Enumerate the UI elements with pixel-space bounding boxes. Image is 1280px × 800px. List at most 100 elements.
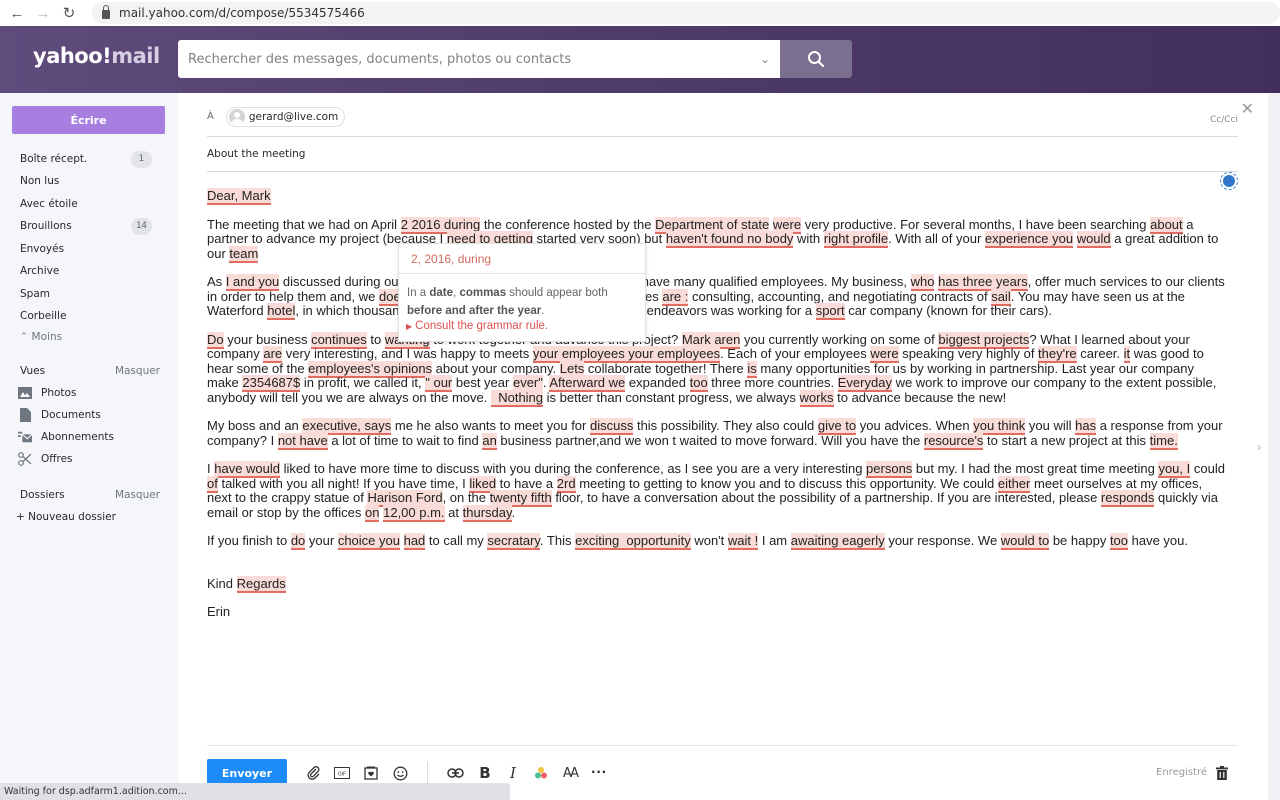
grammar-error[interactable]: is (747, 360, 757, 378)
grammar-error[interactable]: sail (991, 288, 1011, 306)
folder-spam[interactable]: Spam (20, 284, 160, 304)
subject-field[interactable]: About the meeting (207, 137, 1238, 172)
folder-trash[interactable]: Corbeille (20, 306, 160, 326)
grammar-error[interactable]: continues (311, 331, 367, 349)
attachment-icon[interactable] (305, 764, 323, 782)
grammar-error[interactable]: about (1150, 216, 1183, 234)
grammar-error[interactable]: choice you (337, 533, 400, 550)
grammar-error[interactable]: would to (1000, 533, 1050, 550)
grammar-error[interactable]: not have (277, 432, 328, 450)
grammar-error[interactable]: on (365, 504, 380, 522)
compose-button[interactable]: Écrire (12, 106, 165, 134)
grammar-checker-icon[interactable] (1220, 172, 1238, 190)
grammar-error[interactable]: time. (1149, 432, 1178, 450)
grammar-error[interactable]: sport (815, 303, 845, 320)
folders-hide-toggle[interactable]: Masquer (115, 489, 160, 501)
view-subscriptions[interactable]: Abonnements (18, 430, 114, 444)
new-folder-link[interactable]: + Nouveau dossier (16, 511, 116, 523)
chevron-right-icon[interactable]: › (1247, 435, 1271, 459)
grammar-error[interactable]: Regards (236, 575, 286, 593)
folder-drafts[interactable]: Brouillons 14 (20, 216, 160, 236)
grammar-error[interactable]: of (207, 475, 218, 493)
yahoo-mail-logo[interactable]: yahoo!mail (33, 44, 160, 68)
folder-sent[interactable]: Envoyés (20, 239, 160, 259)
to-field[interactable]: À gerard@live.com Cc/Cci (207, 106, 1238, 137)
grammar-error[interactable]: thursday (462, 504, 512, 522)
grammar-error[interactable]: 2354687$ (242, 375, 301, 392)
folder-unread[interactable]: Non lus (20, 171, 160, 191)
grammar-error[interactable]: secratary (487, 533, 540, 550)
grammar-error[interactable]: Dear, Mark (207, 188, 271, 205)
bold-icon[interactable]: B (476, 764, 494, 782)
view-documents[interactable]: Documents (18, 408, 101, 422)
grammar-rule-link[interactable]: ▶ Consult the grammar rule. (399, 320, 645, 332)
grammar-error[interactable]: Nothing (490, 389, 544, 407)
view-photos[interactable]: Photos (18, 386, 76, 400)
address-bar[interactable]: mail.yahoo.com/d/compose/5534575466 (92, 2, 1280, 24)
grammar-error[interactable]: who (910, 274, 935, 291)
grammar-error[interactable]: biggest projects (938, 331, 1030, 349)
folder-starred[interactable]: Avec étoile (20, 194, 160, 214)
grammar-error[interactable]: are : (662, 288, 689, 306)
grammar-error[interactable]: haven't found no body (665, 231, 794, 248)
grammar-error[interactable]: Do (207, 331, 224, 349)
grammar-error[interactable]: wait ! (727, 533, 759, 550)
grammar-error[interactable]: discuss (589, 418, 634, 435)
forward-button[interactable]: → (32, 2, 54, 24)
grammar-error[interactable]: are (263, 346, 283, 363)
grammar-error[interactable]: has three years (938, 274, 1028, 291)
grammar-error[interactable]: Everyday (837, 375, 892, 392)
reload-button[interactable]: ↻ (58, 2, 80, 24)
show-less-link[interactable]: ⌃ Moins (20, 327, 160, 347)
grammar-error[interactable]: " our (425, 375, 453, 392)
grammar-error[interactable]: Afterward we (549, 375, 626, 392)
folder-archive[interactable]: Archive (20, 261, 160, 281)
grammar-error[interactable]: have would (214, 461, 281, 478)
grammar-error[interactable]: give to (817, 418, 857, 435)
recipient-chip[interactable]: gerard@live.com (225, 106, 346, 127)
sticker-icon[interactable] (362, 764, 380, 782)
grammar-error[interactable]: too (1109, 533, 1129, 550)
grammar-error[interactable]: has (1075, 418, 1097, 435)
link-icon[interactable] (446, 764, 464, 782)
grammar-error[interactable]: resource's (923, 432, 984, 450)
view-offers[interactable]: Offres (18, 452, 73, 466)
grammar-error[interactable]: it (1123, 346, 1131, 363)
grammar-error[interactable]: either (997, 475, 1031, 493)
grammar-error[interactable]: were (870, 346, 899, 363)
grammar-error[interactable]: hotel (267, 303, 296, 320)
grammar-error[interactable]: works (799, 389, 834, 407)
message-body[interactable]: Dear, Mark The meeting that we had on Ap… (207, 188, 1227, 634)
close-icon[interactable]: ✕ (1241, 99, 1254, 118)
gif-icon[interactable]: GIF (333, 764, 351, 782)
trash-icon[interactable] (1215, 766, 1229, 785)
chevron-down-icon[interactable]: ⌄ (750, 52, 780, 66)
grammar-error[interactable]: employees's opinions (308, 360, 433, 378)
views-hide-toggle[interactable]: Masquer (115, 365, 160, 377)
grammar-error[interactable]: too (689, 375, 708, 392)
emoji-icon[interactable] (391, 764, 409, 782)
grammar-error[interactable]: 2rd (556, 475, 576, 493)
italic-icon[interactable]: I (504, 764, 522, 782)
grammar-error[interactable]: had (403, 533, 426, 550)
grammar-error[interactable]: team (229, 245, 259, 263)
suggestion-option[interactable]: 2, 2016, during (399, 244, 645, 274)
grammar-error[interactable]: awaiting eagerly (790, 533, 885, 550)
folder-inbox[interactable]: Boîte récept. 1 (20, 149, 160, 169)
grammar-error[interactable]: persons (866, 461, 913, 478)
grammar-error[interactable]: exciting opportunity (575, 533, 691, 550)
cc-bcc-link[interactable]: Cc/Cci (1210, 115, 1238, 125)
grammar-error[interactable]: they're (1038, 346, 1077, 363)
text-color-icon[interactable] (532, 764, 550, 782)
more-options-icon[interactable]: ··· (590, 764, 608, 782)
grammar-error[interactable]: I and you (225, 274, 280, 291)
grammar-error[interactable]: you, I (1158, 461, 1191, 478)
grammar-error[interactable]: 12,00 p.m. (383, 504, 445, 522)
grammar-error[interactable]: do (290, 533, 306, 550)
grammar-error[interactable]: right profile (823, 231, 889, 248)
search-input[interactable] (178, 40, 750, 78)
search-button[interactable] (780, 40, 852, 78)
grammar-error[interactable]: would (1076, 231, 1111, 248)
grammar-error[interactable]: responds (1100, 490, 1155, 507)
font-size-icon[interactable]: AA (561, 764, 579, 782)
